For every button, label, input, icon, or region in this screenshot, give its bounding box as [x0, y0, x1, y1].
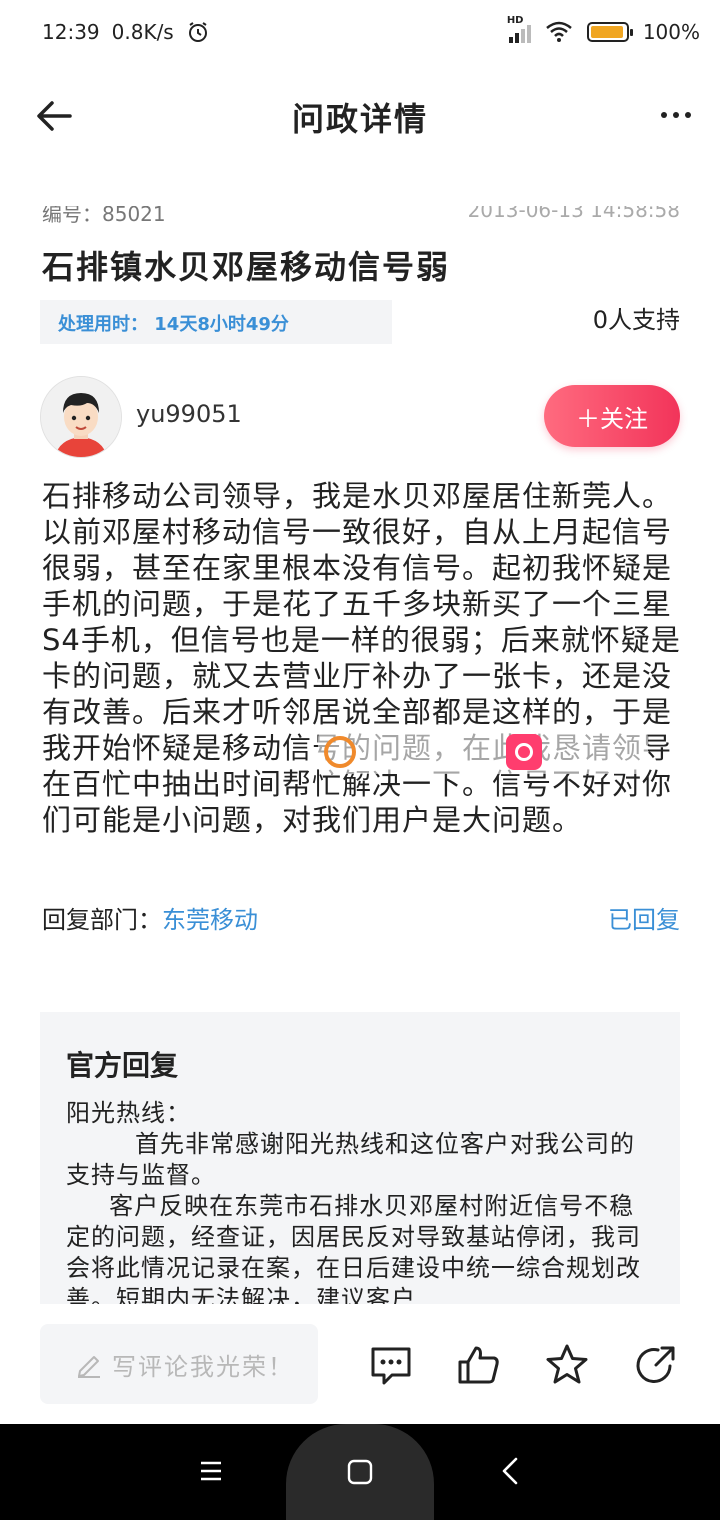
comment-icon[interactable]	[368, 1342, 414, 1388]
recents-menu-icon[interactable]	[198, 1458, 224, 1484]
follow-button[interactable]: ＋关注	[544, 385, 680, 447]
official-reply-body: 阳光热线： 首先非常感谢阳光热线和这位客户对我公司的支持与监督。 客户反映在东莞…	[66, 1099, 641, 1304]
reply-dept-name[interactable]: 东莞移动	[162, 906, 258, 934]
reply-dept-label: 回复部门：	[42, 906, 162, 934]
signal-icon: HD	[507, 15, 531, 43]
status-bar: 12:39 0.8K/s HD 100%	[0, 0, 720, 70]
avatar[interactable]	[40, 376, 122, 458]
reply-status: 已回复	[608, 906, 680, 934]
username[interactable]: yu99051	[136, 400, 242, 428]
processing-time: 处理用时： 14天8小时49分	[58, 314, 289, 335]
home-square-icon[interactable]	[346, 1458, 374, 1486]
pencil-icon	[78, 1356, 100, 1378]
post-number: 编号：85021	[42, 206, 166, 226]
page-title: 问政详情	[291, 100, 428, 138]
like-icon[interactable]	[456, 1342, 502, 1388]
network-speed: 0.8K/s	[111, 20, 174, 44]
support-count[interactable]: 0人支持	[593, 300, 680, 335]
app-header: 问政详情	[0, 80, 720, 152]
processing-time-box: 处理用时： 14天8小时49分	[40, 300, 392, 344]
comment-placeholder: 写评论我光荣！	[112, 1352, 294, 1381]
avatar-image	[41, 377, 121, 457]
clock: 12:39	[42, 20, 100, 44]
official-reply-card: 官方回复 阳光热线： 首先非常感谢阳光热线和这位客户对我公司的支持与监督。 客户…	[40, 1012, 680, 1304]
watermark-app-icon	[506, 734, 542, 770]
watermark-logo-icon	[324, 736, 356, 768]
post-title: 石排镇水贝邓屋移动信号弱	[42, 248, 451, 286]
watermark-overlay	[318, 730, 648, 774]
post-date: 2013-06-13 14:58:58	[467, 206, 680, 222]
back-chevron-icon[interactable]	[498, 1456, 522, 1486]
post-body: 石排移动公司领导，我是水贝邓屋居住新莞人。以前邓屋村移动信号一致很好，自从上月起…	[42, 479, 681, 837]
star-icon[interactable]	[544, 1342, 590, 1388]
comment-input[interactable]: 写评论我光荣！	[40, 1324, 318, 1404]
battery-icon	[586, 22, 633, 42]
post-meta: 编号：85021 2013-06-13 14:58:58	[42, 206, 680, 230]
share-icon[interactable]	[632, 1342, 678, 1388]
alarm-icon	[188, 22, 207, 42]
more-options-icon[interactable]	[656, 100, 696, 130]
reply-department: 回复部门：东莞移动	[42, 900, 258, 935]
battery-percent: 100%	[642, 20, 700, 44]
wifi-icon	[546, 21, 572, 42]
bottom-action-bar: 写评论我光荣！	[0, 1320, 720, 1420]
official-reply-title: 官方回复	[66, 1049, 179, 1082]
